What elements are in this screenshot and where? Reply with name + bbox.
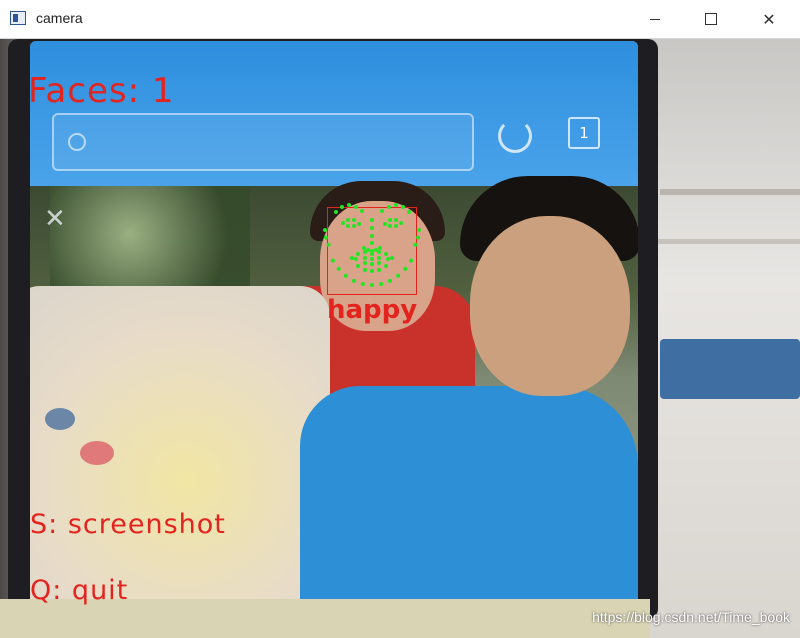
landmark-point [370,257,374,261]
landmark-point [388,218,392,222]
landmark-point [377,261,381,265]
landmark-point [390,256,394,260]
landmark-point [370,234,374,238]
landmark-point [370,283,374,287]
landmark-point [380,209,384,213]
landmark-point [370,269,374,273]
landmark-point [387,205,391,209]
close-button[interactable]: ✕ [746,0,792,38]
landmark-point [330,258,335,263]
landmark-point [352,278,357,283]
landmark-point [357,222,361,226]
window-titlebar: camera ✕ [0,0,800,39]
landmark-point [384,264,388,268]
screenshot-hint: S: screenshot [30,509,226,540]
landmark-point [370,252,374,256]
landmark-point [407,210,411,214]
landmark-point [360,209,364,213]
window-title: camera [36,10,83,26]
landmark-point [356,264,360,268]
maximize-icon [705,13,717,25]
landmark-point [396,273,401,278]
landmark-point [377,250,381,254]
landmark-point [354,205,358,209]
landmark-point [336,266,341,271]
emotion-label: happy [327,295,418,325]
landmark-point [363,268,367,272]
face-landmarks [323,203,421,287]
landmark-point [370,241,374,245]
faces-count-label: Faces: 1 [28,71,175,111]
landmark-point [387,278,392,283]
landmark-point [417,228,421,232]
landmark-point [401,205,405,209]
landmark-point [354,257,358,261]
watermark: https://blog.csdn.net/Time_book [592,609,790,625]
landmark-point [377,268,381,272]
close-icon: ✕ [762,9,776,29]
landmark-point [399,221,403,225]
landmark-point [394,224,398,228]
minimize-button[interactable] [632,0,678,38]
landmark-point [346,218,350,222]
landmark-point [362,246,366,250]
landmark-point [347,203,351,207]
landmark-point [334,210,338,214]
landmark-point [352,218,356,222]
landmark-point [394,203,398,207]
landmark-point [377,256,381,260]
landmark-point [323,235,328,240]
camera-frame: 1 ✕ Faces: 1 happy S: screenshot Q: quit… [0,39,800,638]
landmark-point [363,250,367,254]
landmark-point [326,242,331,247]
landmark-point [379,281,384,286]
minimize-icon [650,18,660,20]
landmark-point [360,281,365,286]
landmark-point [352,224,356,228]
landmark-point [350,256,354,260]
landmark-point [416,235,421,240]
landmark-point [370,218,374,222]
landmark-point [409,258,414,263]
landmark-point [341,221,345,225]
landmark-point [346,224,350,228]
landmark-point [394,218,398,222]
app-window-icon [10,11,26,25]
quit-hint: Q: quit [30,575,129,606]
maximize-button[interactable] [688,0,734,38]
landmark-point [343,273,348,278]
landmark-point [403,266,408,271]
landmark-point [383,222,387,226]
landmark-point [363,256,367,260]
landmark-point [386,257,390,261]
landmark-point [370,262,374,266]
landmark-point [340,205,344,209]
landmark-point [370,226,374,230]
landmark-point [378,246,382,250]
landmark-point [363,261,367,265]
landmark-point [388,224,392,228]
landmark-point [384,252,388,256]
landmark-point [356,252,360,256]
landmark-point [413,242,418,247]
landmark-point [323,228,327,232]
